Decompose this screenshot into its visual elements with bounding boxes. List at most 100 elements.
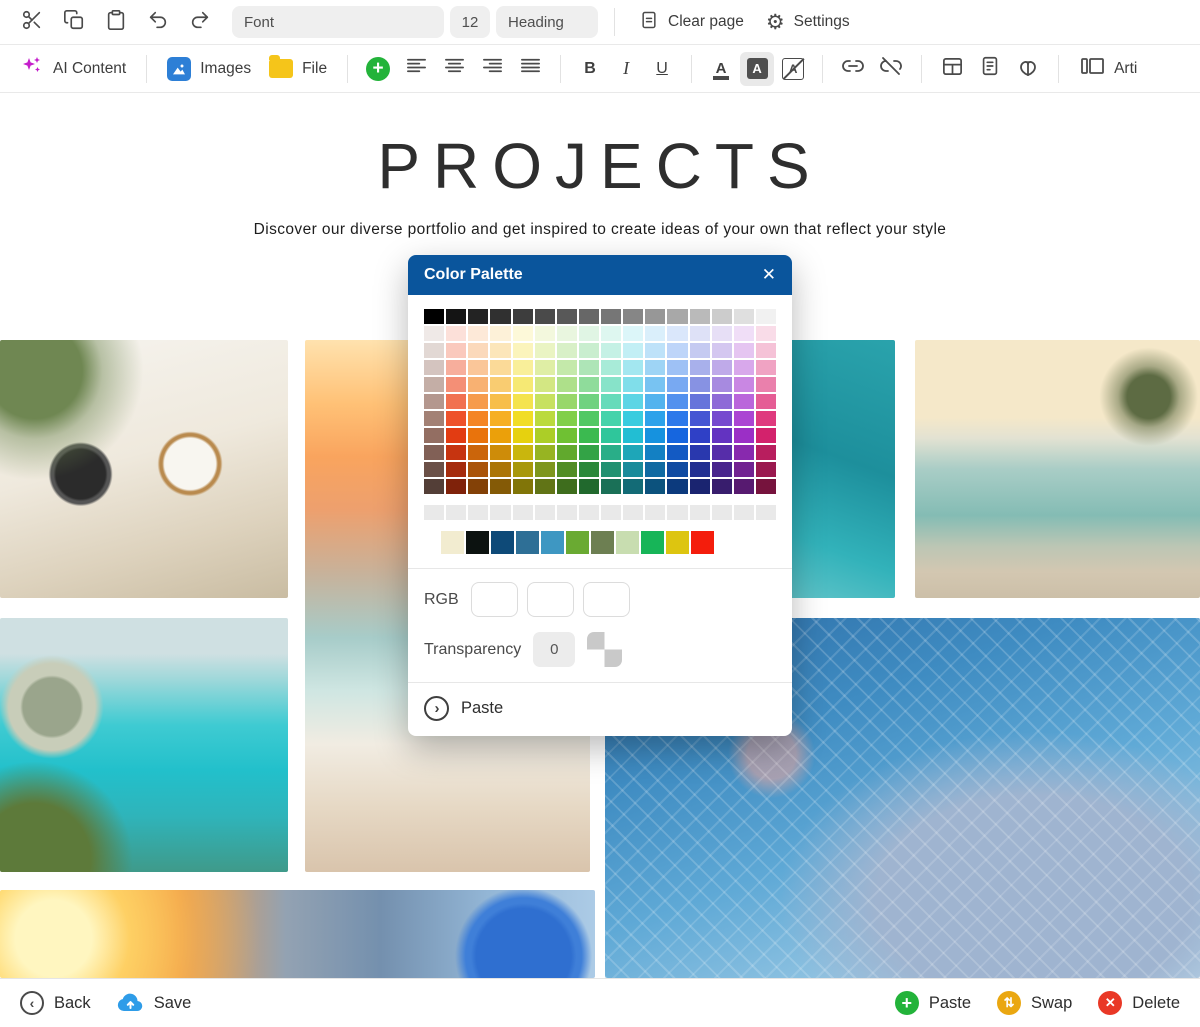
palette-color-cell[interactable] bbox=[690, 479, 710, 494]
palette-color-cell[interactable] bbox=[712, 377, 732, 392]
palette-color-cell[interactable] bbox=[535, 360, 555, 375]
file-button[interactable]: File bbox=[261, 59, 335, 78]
custom-swatch[interactable] bbox=[491, 531, 514, 554]
palette-gray-cell[interactable] bbox=[468, 309, 488, 324]
palette-color-cell[interactable] bbox=[667, 445, 687, 460]
palette-empty-cell[interactable] bbox=[579, 505, 599, 520]
custom-swatch[interactable] bbox=[566, 531, 589, 554]
palette-color-cell[interactable] bbox=[535, 428, 555, 443]
palette-gray-cell[interactable] bbox=[490, 309, 510, 324]
palette-color-cell[interactable] bbox=[601, 445, 621, 460]
palette-color-cell[interactable] bbox=[424, 479, 444, 494]
palette-color-cell[interactable] bbox=[579, 377, 599, 392]
redo-button[interactable] bbox=[182, 4, 218, 40]
palette-color-cell[interactable] bbox=[645, 343, 665, 358]
palette-gray-cell[interactable] bbox=[601, 309, 621, 324]
custom-swatch[interactable] bbox=[616, 531, 639, 554]
palette-color-cell[interactable] bbox=[712, 479, 732, 494]
palette-color-cell[interactable] bbox=[535, 343, 555, 358]
palette-color-cell[interactable] bbox=[490, 394, 510, 409]
justify-button[interactable] bbox=[512, 51, 548, 87]
palette-gray-cell[interactable] bbox=[557, 309, 577, 324]
palette-color-cell[interactable] bbox=[446, 445, 466, 460]
palette-color-cell[interactable] bbox=[535, 326, 555, 341]
text-color-button[interactable]: A bbox=[704, 52, 738, 86]
swap-button[interactable]: ⇅ Swap bbox=[997, 991, 1072, 1015]
palette-empty-cell[interactable] bbox=[468, 505, 488, 520]
palette-color-cell[interactable] bbox=[579, 343, 599, 358]
palette-color-cell[interactable] bbox=[557, 445, 577, 460]
palette-gray-cell[interactable] bbox=[513, 309, 533, 324]
palette-empty-cell[interactable] bbox=[424, 505, 444, 520]
palette-color-cell[interactable] bbox=[557, 360, 577, 375]
palette-color-cell[interactable] bbox=[601, 377, 621, 392]
palette-color-cell[interactable] bbox=[557, 394, 577, 409]
paragraph-style-selector[interactable]: Heading bbox=[496, 6, 598, 38]
palette-color-cell[interactable] bbox=[513, 411, 533, 426]
palette-color-cell[interactable] bbox=[468, 377, 488, 392]
palette-color-cell[interactable] bbox=[734, 326, 754, 341]
palette-color-cell[interactable] bbox=[756, 445, 776, 460]
palette-gray-cell[interactable] bbox=[756, 309, 776, 324]
palette-color-cell[interactable] bbox=[712, 343, 732, 358]
palette-color-cell[interactable] bbox=[446, 343, 466, 358]
palette-color-cell[interactable] bbox=[667, 411, 687, 426]
palette-color-cell[interactable] bbox=[712, 360, 732, 375]
link-button[interactable] bbox=[835, 51, 871, 87]
palette-color-cell[interactable] bbox=[645, 462, 665, 477]
palette-color-cell[interactable] bbox=[712, 411, 732, 426]
palette-color-cell[interactable] bbox=[557, 326, 577, 341]
palette-color-cell[interactable] bbox=[667, 479, 687, 494]
palette-color-cell[interactable] bbox=[756, 343, 776, 358]
photo-desk-camera[interactable] bbox=[0, 340, 288, 598]
palette-color-cell[interactable] bbox=[424, 394, 444, 409]
save-button[interactable]: Save bbox=[117, 992, 192, 1014]
palette-color-cell[interactable] bbox=[468, 445, 488, 460]
fill-color-button[interactable]: A bbox=[740, 52, 774, 86]
custom-swatch[interactable] bbox=[466, 531, 489, 554]
palette-color-cell[interactable] bbox=[490, 462, 510, 477]
palette-color-cell[interactable] bbox=[623, 411, 643, 426]
palette-color-cell[interactable] bbox=[623, 428, 643, 443]
settings-button[interactable]: ⚙ Settings bbox=[758, 12, 858, 33]
custom-swatch[interactable] bbox=[691, 531, 714, 554]
palette-color-cell[interactable] bbox=[579, 394, 599, 409]
palette-gray-cell[interactable] bbox=[712, 309, 732, 324]
palette-color-cell[interactable] bbox=[513, 326, 533, 341]
palette-color-cell[interactable] bbox=[424, 326, 444, 341]
dialog-paste-button[interactable]: › Paste bbox=[408, 683, 792, 736]
custom-swatch[interactable] bbox=[541, 531, 564, 554]
photo-lagoon[interactable] bbox=[0, 618, 288, 872]
decoration-button[interactable] bbox=[1010, 51, 1046, 87]
copy-button[interactable] bbox=[56, 4, 92, 40]
undo-button[interactable] bbox=[140, 4, 176, 40]
article-button[interactable]: Arti bbox=[1071, 54, 1145, 83]
palette-color-cell[interactable] bbox=[446, 411, 466, 426]
palette-color-cell[interactable] bbox=[690, 428, 710, 443]
palette-color-cell[interactable] bbox=[712, 445, 732, 460]
palette-color-cell[interactable] bbox=[490, 377, 510, 392]
palette-color-cell[interactable] bbox=[623, 445, 643, 460]
palette-color-cell[interactable] bbox=[756, 462, 776, 477]
palette-color-cell[interactable] bbox=[734, 428, 754, 443]
document-canvas[interactable]: PROJECTS Discover our diverse portfolio … bbox=[0, 93, 1200, 978]
add-button[interactable]: + bbox=[360, 51, 396, 87]
palette-color-cell[interactable] bbox=[601, 411, 621, 426]
palette-color-cell[interactable] bbox=[446, 377, 466, 392]
palette-color-cell[interactable] bbox=[667, 394, 687, 409]
dialog-header[interactable]: Color Palette ✕ bbox=[408, 255, 792, 295]
cut-button[interactable] bbox=[14, 4, 50, 40]
palette-color-cell[interactable] bbox=[579, 326, 599, 341]
align-right-button[interactable] bbox=[474, 51, 510, 87]
palette-color-cell[interactable] bbox=[468, 411, 488, 426]
palette-color-cell[interactable] bbox=[601, 343, 621, 358]
palette-color-cell[interactable] bbox=[557, 479, 577, 494]
palette-color-cell[interactable] bbox=[645, 394, 665, 409]
palette-color-cell[interactable] bbox=[601, 326, 621, 341]
palette-empty-cell[interactable] bbox=[535, 505, 555, 520]
palette-empty-cell[interactable] bbox=[734, 505, 754, 520]
palette-color-cell[interactable] bbox=[690, 343, 710, 358]
palette-color-cell[interactable] bbox=[734, 445, 754, 460]
palette-color-cell[interactable] bbox=[756, 377, 776, 392]
palette-color-cell[interactable] bbox=[623, 343, 643, 358]
